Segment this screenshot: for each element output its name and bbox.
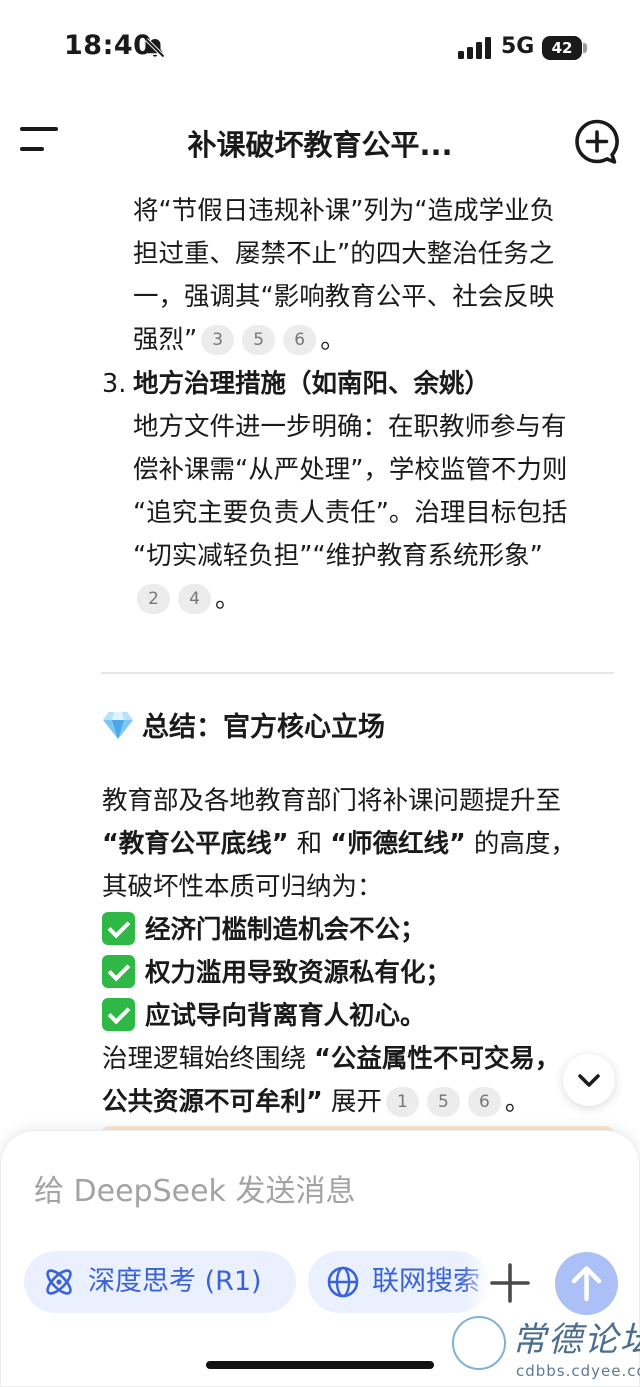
point-text: 应试导向背离育人初心。 xyxy=(145,1001,426,1031)
text-fragment: 的高度， xyxy=(465,829,576,859)
summary-point: 经济门槛制造机会不公； xyxy=(102,909,576,952)
text-fragment: 。 xyxy=(504,1087,531,1117)
scroll-to-bottom-button[interactable] xyxy=(563,1054,615,1106)
text-line: “追究主要负责人责任”。治理目标包括 xyxy=(133,498,568,528)
citation-badge[interactable]: 5 xyxy=(426,1087,460,1117)
text-fragment: 展开 xyxy=(322,1087,382,1117)
watermark-logo xyxy=(452,1316,506,1370)
text-line: “切实减轻负担”“维护教育系统形象” xyxy=(133,541,543,571)
citation-badge[interactable]: 1 xyxy=(385,1087,419,1117)
deep-think-label: 深度思考 (R1) xyxy=(88,1266,262,1297)
chevron-down-icon xyxy=(578,1074,600,1087)
check-mark-icon xyxy=(102,912,135,945)
message-input[interactable]: 给 DeepSeek 发送消息 xyxy=(34,1166,594,1210)
point-text: 经济门槛制造机会不公； xyxy=(145,915,426,945)
point-text: 权力滥用导致资源私有化； xyxy=(145,958,452,988)
battery-nub xyxy=(583,43,587,53)
text-line: 治理逻辑始终围绕 “公益属性不可交易， xyxy=(102,1038,576,1081)
message-content: 将“节假日违规补课”列为“造成学业负 担过重、屡禁不止”的四大整治任务之 一，强… xyxy=(0,182,640,1132)
text-fragment: 。 xyxy=(215,584,241,614)
bold-text: “教育公平底线” xyxy=(102,829,289,859)
citation-badge[interactable]: 3 xyxy=(201,325,235,355)
bold-text: 公共资源不可牟利” xyxy=(102,1087,323,1117)
list-item-heading: 地方治理措施（如南阳、余姚） xyxy=(133,369,491,399)
watermark: 常德论坛 cdbbs.cdyee.com xyxy=(452,1310,640,1387)
send-button[interactable] xyxy=(555,1252,618,1315)
gem-icon xyxy=(103,712,133,739)
text-fragment: 。 xyxy=(320,325,346,355)
web-search-toggle[interactable]: 联网搜索 xyxy=(308,1251,488,1313)
watermark-name: 常德论坛 xyxy=(512,1320,640,1360)
text-line: 一，强调其“影响教育公平、社会反映 xyxy=(133,282,555,312)
text-line: 偿补课需“从严处理”，学校监管不力则 xyxy=(133,455,568,485)
citation-badge[interactable]: 2 xyxy=(137,584,170,614)
text-fragment: 强烈” xyxy=(133,325,198,355)
citation-badge[interactable]: 5 xyxy=(242,325,276,355)
text-line: 2 4。 xyxy=(133,578,567,621)
new-chat-icon[interactable] xyxy=(573,118,621,166)
item-2-tail: 将“节假日违规补课”列为“造成学业负 担过重、屡禁不止”的四大整治任务之 一，强… xyxy=(133,190,555,362)
home-indicator[interactable] xyxy=(206,1361,434,1369)
battery-icon: 42 xyxy=(542,36,582,60)
check-mark-icon xyxy=(102,998,135,1031)
text-fragment: 和 xyxy=(288,829,331,859)
text-line: 强烈” 3 5 6。 xyxy=(133,319,555,362)
deep-think-toggle[interactable]: 深度思考 (R1) xyxy=(24,1251,296,1313)
text-line: 担过重、屡禁不止”的四大整治任务之 xyxy=(133,239,555,269)
attach-plus-icon[interactable] xyxy=(488,1261,532,1305)
text-line: 其破坏性本质可归纳为： xyxy=(102,872,383,902)
summary-point: 权力滥用导致资源私有化； xyxy=(102,952,576,995)
summary-body: 教育部及各地教育部门将补课问题提升至 “教育公平底线” 和 “师德红线” 的高度… xyxy=(102,780,576,1124)
atom-icon xyxy=(46,1269,72,1295)
network-type: 5G xyxy=(501,34,535,59)
list-number: 3. xyxy=(102,369,127,399)
text-line: 公共资源不可牟利” 展开 1 5 6。 xyxy=(102,1081,576,1124)
citation-badge[interactable]: 6 xyxy=(283,325,317,355)
text-line: 地方文件进一步明确：在职教师参与有 xyxy=(133,412,567,442)
summary-point: 应试导向背离育人初心。 xyxy=(102,995,576,1038)
summary-heading: 总结：官方核心立场 xyxy=(102,706,385,750)
bold-text: “公益属性不可交易， xyxy=(314,1044,561,1074)
status-bar: 18:40 5G 42 xyxy=(0,0,640,95)
summary-title: 总结：官方核心立场 xyxy=(142,712,385,743)
text-fragment: 治理逻辑始终围绕 xyxy=(102,1044,315,1074)
arrow-up-icon xyxy=(571,1266,602,1302)
globe-icon xyxy=(327,1266,359,1298)
item-3: 地方治理措施（如南阳、余姚） 地方文件进一步明确：在职教师参与有 偿补课需“从严… xyxy=(133,363,567,621)
text-line: 将“节假日违规补课”列为“造成学业负 xyxy=(133,196,556,226)
citation-badge[interactable]: 4 xyxy=(178,584,211,614)
text-line: “教育公平底线” 和 “师德红线” 的高度， xyxy=(102,823,576,866)
menu-button[interactable] xyxy=(20,125,62,157)
watermark-url: cdbbs.cdyee.com xyxy=(516,1362,640,1380)
check-mark-icon xyxy=(102,955,135,988)
text-line: 教育部及各地教育部门将补课问题提升至 xyxy=(102,786,562,816)
chat-title[interactable]: 补课破坏教育公平... xyxy=(120,122,520,164)
citation-badge[interactable]: 6 xyxy=(467,1087,501,1117)
bell-slash-icon xyxy=(145,38,165,58)
chat-header: 补课破坏教育公平... xyxy=(0,100,640,182)
status-time: 18:40 xyxy=(64,30,153,61)
bold-text: “师德红线” xyxy=(330,829,466,859)
divider xyxy=(101,672,614,674)
cellular-signal-icon xyxy=(458,37,491,59)
